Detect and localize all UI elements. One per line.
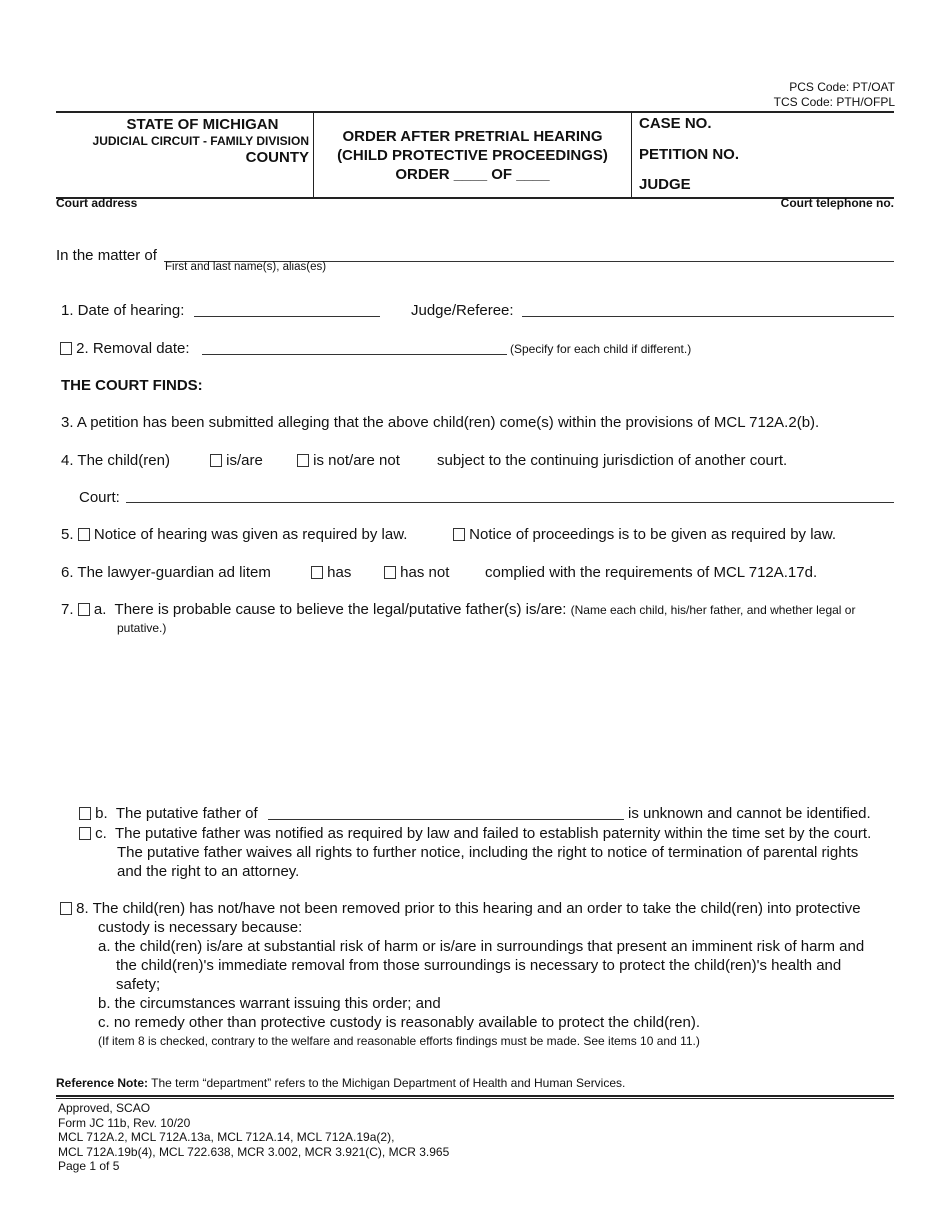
item-7-number: 7. — [61, 601, 74, 618]
has-checkbox[interactable] — [311, 566, 323, 579]
court-finds-heading: THE COURT FINDS: — [61, 377, 203, 394]
item-8a-line-2: the child(ren)'s immediate removal from … — [116, 957, 842, 974]
item-7b-text: The putative father of — [115, 805, 258, 822]
is-not-checkbox[interactable] — [297, 454, 309, 467]
court-input[interactable] — [126, 502, 894, 503]
judge-referee-label: Judge/Referee: — [411, 302, 514, 319]
item-7b-label: b. — [95, 805, 108, 822]
item-6-option-has: has — [311, 564, 351, 581]
reference-note-text: The term “department” refers to the Mich… — [148, 1076, 626, 1090]
item-7a-checkbox[interactable] — [77, 603, 90, 616]
notice-given-label: Notice of hearing was given as required … — [93, 526, 408, 543]
state-name: STATE OF MICHIGAN — [126, 116, 279, 133]
is-are-label: is/are — [226, 452, 263, 469]
hearing-date-input[interactable] — [194, 316, 380, 317]
has-label: has — [327, 564, 352, 581]
item-8: 8. The child(ren) has not/have not been … — [60, 899, 864, 1051]
county-label: COUNTY — [245, 149, 309, 166]
notice-to-be-given-checkbox[interactable] — [453, 528, 465, 541]
removal-date-row: 2. Removal date: — [60, 340, 190, 357]
item-8b: b. the circumstances warrant issuing thi… — [98, 995, 441, 1012]
footer-approved: Approved, SCAO — [58, 1101, 151, 1115]
matter-sublabel: First and last name(s), alias(es) — [165, 261, 327, 273]
form-header: STATE OF MICHIGAN JUDICIAL CIRCUIT - FAM… — [56, 111, 894, 199]
hearing-date-label: 1. Date of hearing: — [61, 302, 185, 319]
item-4-option-is-not: is not/are not — [297, 452, 400, 469]
case-no-field[interactable]: CASE NO. — [639, 115, 712, 132]
footer-form-number: Form JC 11b, Rev. 10/20 — [58, 1115, 191, 1130]
item-7c-row: c. The putative father was notified as r… — [79, 824, 871, 881]
item-8-line-2: custody is necessary because: — [98, 919, 303, 936]
pcs-code: PCS Code: PT/OAT — [789, 80, 895, 94]
item-4-rest: subject to the continuing jurisdiction o… — [437, 452, 788, 469]
item-8a-line-1: a. the child(ren) is/are at substantial … — [98, 938, 865, 955]
is-not-label: is not/are not — [313, 452, 400, 469]
item-4-option-is: is/are — [210, 452, 263, 469]
judge-referee-input[interactable] — [522, 316, 894, 317]
petition-no-field[interactable]: PETITION NO. — [639, 146, 739, 163]
has-not-label: has not — [400, 564, 450, 581]
item-8c: c. no remedy other than protective custo… — [98, 1014, 700, 1031]
item-7a-label: a. — [93, 601, 107, 618]
item-7a-row: 7. a. There is probable cause to believe… — [61, 601, 855, 618]
item-7c-label: c. — [95, 825, 107, 842]
item-6-label: 6. The lawyer-guardian ad litem — [61, 564, 271, 581]
fathers-text-area[interactable] — [117, 642, 894, 792]
item-7c-line-3: and the right to an attorney. — [117, 863, 300, 880]
case-info: CASE NO. PETITION NO. JUDGE — [633, 113, 894, 197]
item-5-number: 5. — [61, 526, 74, 543]
item-7b-text-end: is unknown and cannot be identified. — [628, 805, 871, 822]
item-5-option-2: Notice of proceedings is to be given as … — [453, 526, 836, 543]
court-info: STATE OF MICHIGAN JUDICIAL CIRCUIT - FAM… — [56, 113, 314, 197]
putative-father-child-input[interactable] — [268, 819, 624, 820]
item-3-text: 3. A petition has been submitted allegin… — [61, 414, 820, 431]
title-line-3: ORDER ____ OF ____ — [395, 166, 550, 183]
item-6-option-has-not: has not — [384, 564, 449, 581]
court-address-label: Court address — [56, 196, 138, 210]
court-label: Court: — [79, 489, 120, 506]
removal-date-input[interactable] — [202, 354, 507, 355]
title-line-2: (CHILD PROTECTIVE PROCEEDINGS) — [337, 147, 608, 164]
removal-date-note: (Specify for each child if different.) — [510, 342, 692, 356]
circuit-label: JUDICIAL CIRCUIT - FAMILY DIVISION — [92, 134, 309, 148]
item-8-number: 8. — [76, 900, 89, 917]
form-codes: PCS Code: PT/OAT TCS Code: PTH/OFPL — [774, 80, 895, 110]
item-7c-line-2: The putative father waives all rights to… — [117, 844, 859, 861]
footer-divider-thin — [56, 1098, 894, 1099]
form-title: ORDER AFTER PRETRIAL HEARING (CHILD PROT… — [314, 113, 632, 197]
item-4-label: 4. The child(ren) — [61, 452, 170, 469]
removal-date-label: 2. Removal date: — [76, 340, 190, 357]
notice-to-be-given-label: Notice of proceedings is to be given as … — [469, 526, 837, 543]
court-telephone-label: Court telephone no. — [780, 196, 894, 210]
item-7b-checkbox[interactable] — [79, 807, 91, 820]
has-not-checkbox[interactable] — [384, 566, 396, 579]
item-7a-note: (Name each child, his/her father, and wh… — [570, 603, 856, 617]
reference-note-label: Reference Note: — [56, 1076, 149, 1090]
item-7a-text: There is probable cause to believe the l… — [114, 601, 567, 618]
item-7c-line-1: The putative father was notified as requ… — [115, 825, 872, 842]
item-7b-row: b. The putative father of — [79, 805, 258, 822]
reference-note: Reference Note: The term “department” re… — [56, 1076, 625, 1090]
footer-citations-1: MCL 712A.2, MCL 712A.13a, MCL 712A.14, M… — [58, 1130, 395, 1144]
removal-date-checkbox[interactable] — [60, 342, 72, 355]
title-line-1: ORDER AFTER PRETRIAL HEARING — [342, 128, 603, 145]
item-8-line-1: The child(ren) has not/have not been rem… — [92, 900, 861, 917]
item-8-checkbox[interactable] — [60, 902, 72, 915]
item-5-option-1: 5. Notice of hearing was given as requir… — [61, 526, 407, 543]
form-footer: Approved, SCAO Form JC 11b, Rev. 10/20 M… — [58, 1101, 449, 1174]
notice-given-checkbox[interactable] — [77, 528, 90, 541]
item-8-note: (If item 8 is checked, contrary to the w… — [98, 1034, 700, 1048]
matter-label: In the matter of — [56, 247, 157, 264]
is-are-checkbox[interactable] — [210, 454, 222, 467]
item-6-rest: complied with the requirements of MCL 71… — [485, 564, 818, 581]
judge-field[interactable]: JUDGE — [639, 176, 691, 193]
item-7c-checkbox[interactable] — [79, 827, 91, 840]
item-8a-line-3: safety; — [116, 976, 161, 993]
item-7a-note-cont: putative.) — [117, 621, 167, 635]
footer-divider — [56, 1095, 894, 1097]
footer-page-number: Page 1 of 5 — [58, 1159, 120, 1173]
footer-citations-2: MCL 712A.19b(4), MCL 722.638, MCR 3.002,… — [58, 1144, 450, 1159]
tcs-code: TCS Code: PTH/OFPL — [773, 95, 895, 109]
